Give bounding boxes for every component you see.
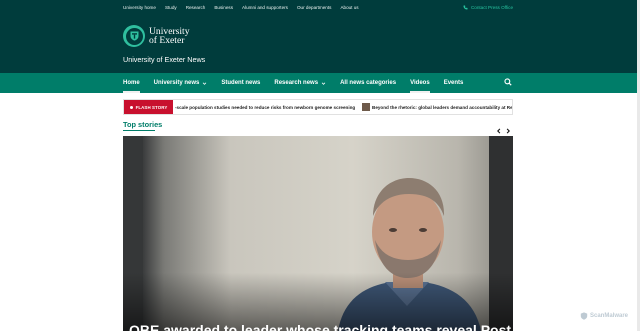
utility-link-departments[interactable]: Our departments (297, 5, 331, 10)
phone-icon (463, 5, 468, 9)
nav-item-label: Events (443, 80, 464, 86)
nav-item-label: Research news (274, 80, 319, 86)
main-nav: Home University news Student news Resear… (0, 73, 640, 93)
nav-item-all-news-categories[interactable]: All news categories (340, 73, 396, 93)
shield-icon (580, 312, 588, 320)
utility-links: University home Study Research Business … (123, 0, 359, 14)
chevron-right-icon[interactable] (505, 128, 511, 134)
nav-item-videos[interactable]: Videos (410, 73, 430, 93)
chevron-down-icon (203, 81, 207, 85)
nav-item-label: Student news (221, 80, 261, 86)
top-stories-heading: Top stories (123, 120, 163, 129)
flash-badge-label: FLASH STORY (135, 104, 168, 110)
contact-label: Contact Press Office (470, 4, 513, 10)
nav-item-student-news[interactable]: Student news (221, 73, 260, 93)
watermark-label: ScanMalware (590, 313, 629, 319)
nav-item-home[interactable]: Home (123, 73, 140, 93)
page: University home Study Research Business … (0, 0, 640, 331)
university-logo[interactable]: University of Exeter (123, 25, 190, 47)
chevron-down-icon (321, 81, 326, 85)
hero-photo (123, 136, 513, 331)
nav-item-university-news[interactable]: University news (154, 73, 208, 93)
logo-wordmark: University of Exeter (149, 27, 190, 46)
chevron-left-icon[interactable] (496, 128, 502, 134)
utility-link-business[interactable]: Business (214, 5, 233, 10)
utility-link-alumni[interactable]: Alumni and supporters (242, 5, 288, 10)
flash-headline[interactable]: Beyond the rhetoric: global leaders dema… (372, 100, 512, 114)
nav-item-label: University news (153, 80, 200, 86)
flash-story-ticker: FLASH STORY -scale population studies ne… (123, 99, 513, 115)
heading-underline (123, 130, 155, 131)
flash-headline[interactable]: -scale population studies needed to redu… (175, 100, 355, 114)
scanmalware-watermark: ScanMalware (580, 312, 628, 320)
crest-icon (123, 25, 145, 47)
live-dot-icon (129, 105, 133, 109)
site-header: University of Exeter University of Exete… (0, 14, 640, 73)
flash-story-badge: FLASH STORY (124, 100, 173, 114)
contact-press-office-link[interactable]: Contact Press Office (463, 0, 513, 14)
flash-thumbnail (362, 103, 370, 111)
utility-link-study[interactable]: Study (165, 5, 177, 10)
top-story-hero[interactable]: OBE awarded to leader whose tracking tea… (123, 136, 513, 331)
utility-link-about[interactable]: About us (340, 5, 358, 10)
nav-item-label: All news categories (340, 80, 397, 86)
nav-item-events[interactable]: Events (444, 73, 464, 93)
hero-caption[interactable]: OBE awarded to leader whose tracking tea… (129, 322, 513, 331)
site-title[interactable]: University of Exeter News (123, 55, 205, 64)
search-icon[interactable] (504, 78, 512, 86)
logo-line-2: of Exeter (149, 35, 185, 46)
utility-bar: University home Study Research Business … (0, 0, 640, 14)
nav-item-label: Videos (410, 80, 430, 86)
utility-link-research[interactable]: Research (186, 5, 206, 10)
nav-item-label: Home (123, 80, 140, 86)
nav-items: Home University news Student news Resear… (123, 73, 477, 93)
utility-link-university-home[interactable]: University home (123, 5, 156, 10)
nav-item-research-news[interactable]: Research news (274, 73, 326, 93)
